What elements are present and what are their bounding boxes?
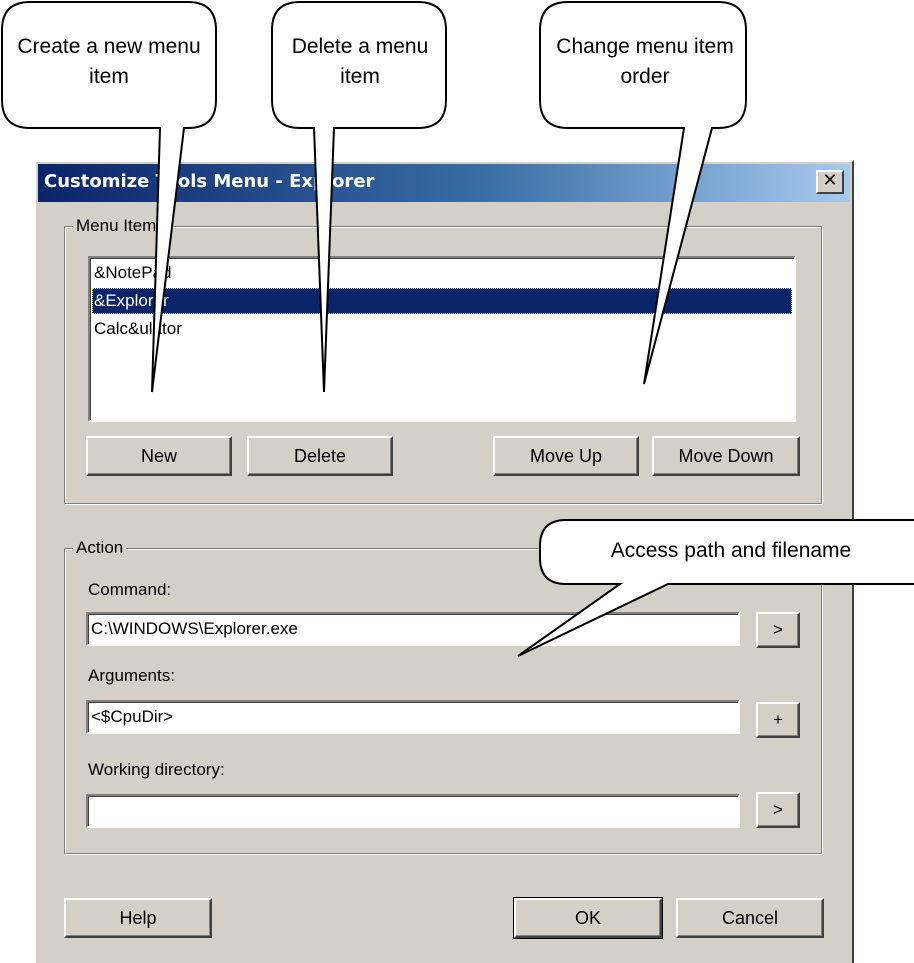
- callout-new-text: Create a new menu item: [17, 35, 201, 88]
- callout-overlay: [1, 1, 914, 657]
- callout-delete-text: Delete a menu item: [291, 35, 429, 88]
- callout-path-text: Access path and filename: [610, 539, 852, 562]
- callout-order-text: Change menu item order: [556, 35, 734, 88]
